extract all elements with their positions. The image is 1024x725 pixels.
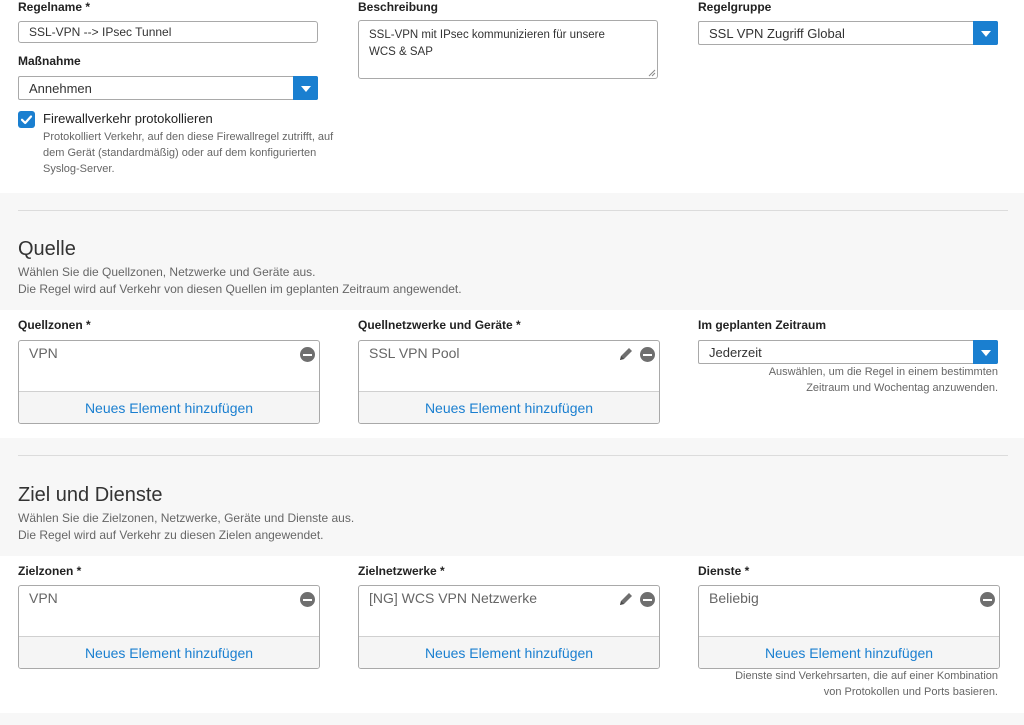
add-destination-network-button[interactable]: Neues Element hinzufügen	[359, 636, 659, 668]
description-label: Beschreibung	[358, 0, 439, 14]
description-line: SSL-VPN mit IPsec kommunizieren für unse…	[369, 29, 605, 41]
log-help-line: Syslog-Server.	[43, 163, 115, 175]
source-desc-line: Wählen Sie die Quellzonen, Netzwerke und…	[18, 265, 316, 279]
source-networks-list: SSL VPN Pool Neues Element hinzufügen	[358, 340, 660, 424]
action-select[interactable]: Annehmen	[18, 76, 318, 100]
pencil-icon[interactable]	[618, 591, 634, 607]
rule-name-input[interactable]: SSL-VPN --> IPsec Tunnel	[18, 21, 318, 43]
source-network-item: SSL VPN Pool	[369, 345, 460, 361]
destination-zones-label: Zielzonen *	[18, 564, 82, 578]
schedule-value: Jederzeit	[709, 344, 762, 360]
rule-name-label: Regelname *	[18, 0, 91, 14]
description-line: WCS & SAP	[369, 46, 433, 58]
chevron-down-icon[interactable]	[293, 76, 318, 100]
add-destination-zone-button[interactable]: Neues Element hinzufügen	[19, 636, 319, 668]
source-section-title: Quelle	[18, 238, 76, 260]
source-zones-label: Quellzonen *	[18, 318, 91, 332]
services-label: Dienste *	[698, 564, 750, 578]
destination-desc-line: Die Regel wird auf Verkehr zu diesen Zie…	[18, 528, 324, 542]
destination-desc-line: Wählen Sie die Zielzonen, Netzwerke, Ger…	[18, 511, 355, 525]
add-source-network-button[interactable]: Neues Element hinzufügen	[359, 391, 659, 423]
destination-network-item: [NG] WCS VPN Netzwerke	[369, 590, 538, 606]
services-hint-line: von Protokollen und Ports basieren.	[823, 686, 998, 698]
remove-icon[interactable]	[980, 592, 995, 607]
services-hint-line: Dienste sind Verkehrsarten, die auf eine…	[735, 670, 998, 682]
schedule-hint-line: Auswählen, um die Regel in einem bestimm…	[768, 366, 998, 378]
source-desc-line: Die Regel wird auf Verkehr von diesen Qu…	[18, 282, 462, 296]
source-networks-label: Quellnetzwerke und Geräte *	[358, 318, 521, 332]
destination-section-description: Wählen Sie die Zielzonen, Netzwerke, Ger…	[18, 510, 354, 544]
chevron-down-icon[interactable]	[973, 21, 998, 45]
check-icon	[20, 115, 33, 125]
schedule-hint: Auswählen, um die Regel in einem bestimm…	[698, 364, 998, 396]
services-list: Beliebig Neues Element hinzufügen	[698, 585, 1000, 669]
action-label: Maßnahme	[18, 54, 81, 68]
pencil-icon[interactable]	[618, 346, 634, 362]
description-textarea[interactable]: SSL-VPN mit IPsec kommunizieren für unse…	[358, 20, 658, 79]
source-zone-item: VPN	[29, 345, 58, 361]
rule-group-label: Regelgruppe	[698, 0, 772, 14]
destination-section-title: Ziel und Dienste	[18, 484, 163, 506]
chevron-down-icon[interactable]	[973, 340, 998, 364]
service-item: Beliebig	[709, 590, 759, 606]
services-hint: Dienste sind Verkehrsarten, die auf eine…	[698, 668, 998, 700]
next-section-band	[0, 713, 1024, 725]
rule-group-value: SSL VPN Zugriff Global	[709, 25, 845, 41]
schedule-hint-line: Zeitraum und Wochentag anzuwenden.	[806, 382, 998, 394]
log-traffic-checkbox[interactable]	[18, 111, 35, 128]
section-divider	[18, 455, 1008, 456]
schedule-label: Im geplanten Zeitraum	[698, 318, 827, 332]
destination-networks-list: [NG] WCS VPN Netzwerke Neues Element hin…	[358, 585, 660, 669]
action-select-value: Annehmen	[29, 80, 92, 96]
destination-zone-item: VPN	[29, 590, 58, 606]
remove-icon[interactable]	[300, 592, 315, 607]
add-source-zone-button[interactable]: Neues Element hinzufügen	[19, 391, 319, 423]
remove-icon[interactable]	[640, 347, 655, 362]
log-help-line: Protokolliert Verkehr, auf den diese Fir…	[43, 131, 334, 143]
rule-name-value: SSL-VPN --> IPsec Tunnel	[29, 25, 172, 39]
source-section-description: Wählen Sie die Quellzonen, Netzwerke und…	[18, 264, 462, 298]
source-zones-list: VPN Neues Element hinzufügen	[18, 340, 320, 424]
log-help-line: dem Gerät (standardmäßig) oder auf dem k…	[43, 147, 317, 159]
remove-icon[interactable]	[640, 592, 655, 607]
log-traffic-label: Firewallverkehr protokollieren	[43, 111, 213, 126]
add-service-button[interactable]: Neues Element hinzufügen	[699, 636, 999, 668]
destination-networks-label: Zielnetzwerke *	[358, 564, 445, 578]
destination-zones-list: VPN Neues Element hinzufügen	[18, 585, 320, 669]
rule-group-select[interactable]: SSL VPN Zugriff Global	[698, 21, 998, 45]
log-traffic-help: Protokolliert Verkehr, auf den diese Fir…	[43, 129, 363, 177]
remove-icon[interactable]	[300, 347, 315, 362]
resize-handle-icon[interactable]	[648, 69, 656, 77]
section-divider	[18, 210, 1008, 211]
schedule-select[interactable]: Jederzeit	[698, 340, 998, 364]
